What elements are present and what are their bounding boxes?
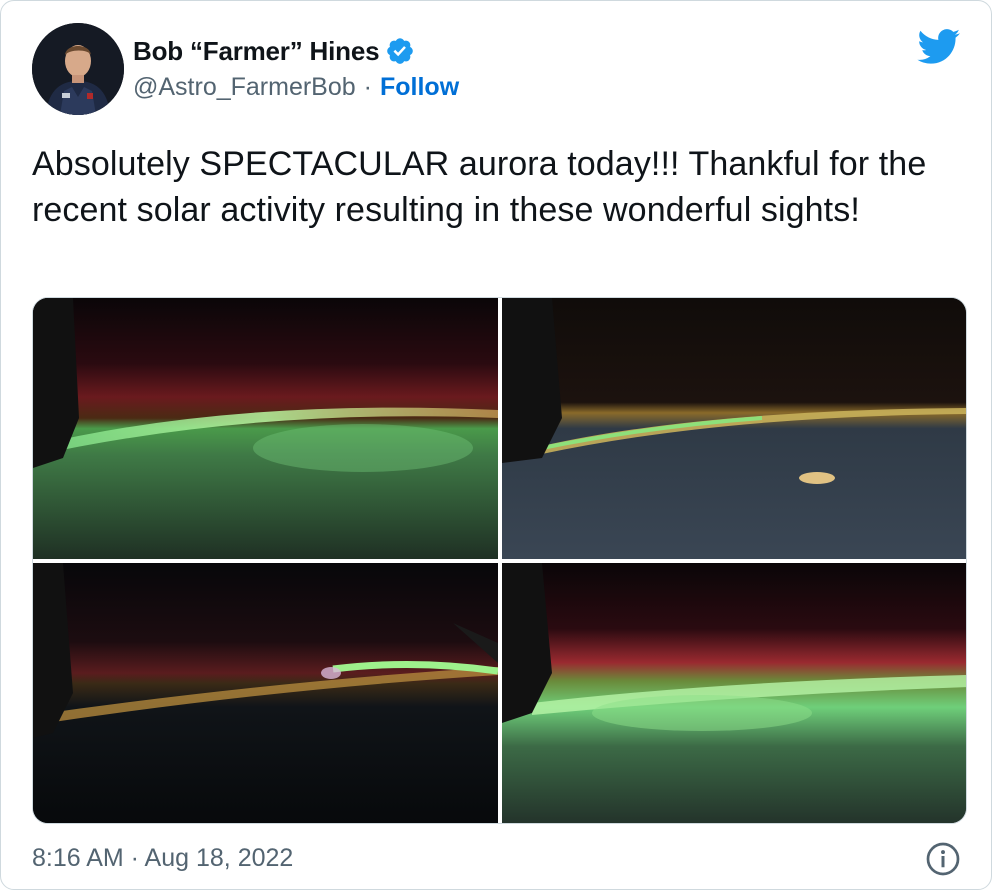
author-handle[interactable]: @Astro_FarmerBob (133, 73, 356, 102)
media-grid (32, 297, 967, 824)
verified-badge-icon (387, 38, 414, 64)
media-photo-2[interactable] (502, 298, 966, 559)
avatar[interactable] (32, 23, 124, 115)
timestamp-link[interactable]: 8:16 AM · Aug 18, 2022 (32, 844, 293, 873)
aurora-photo-3-image (33, 563, 498, 823)
aurora-photo-1-image (33, 298, 498, 559)
info-icon[interactable] (925, 841, 961, 877)
media-photo-3[interactable] (33, 563, 498, 823)
author-name-row: Bob “Farmer” Hines (133, 33, 415, 69)
follow-button[interactable]: Follow (380, 73, 459, 102)
media-photo-1[interactable] (33, 298, 498, 559)
separator-dot: · (363, 73, 372, 101)
twitter-bird-icon[interactable] (917, 29, 961, 65)
astronaut-portrait-icon (32, 23, 124, 115)
author-name[interactable]: Bob “Farmer” Hines (133, 36, 380, 67)
tweet-card: Bob “Farmer” Hines @Astro_FarmerBob · Fo… (0, 0, 992, 890)
tweet-text: Absolutely SPECTACULAR aurora today!!! T… (32, 145, 927, 229)
handle-row: @Astro_FarmerBob · Follow (133, 73, 459, 102)
aurora-photo-2-image (502, 298, 966, 559)
aurora-photo-4-image (502, 563, 966, 823)
media-photo-4[interactable] (502, 563, 966, 823)
